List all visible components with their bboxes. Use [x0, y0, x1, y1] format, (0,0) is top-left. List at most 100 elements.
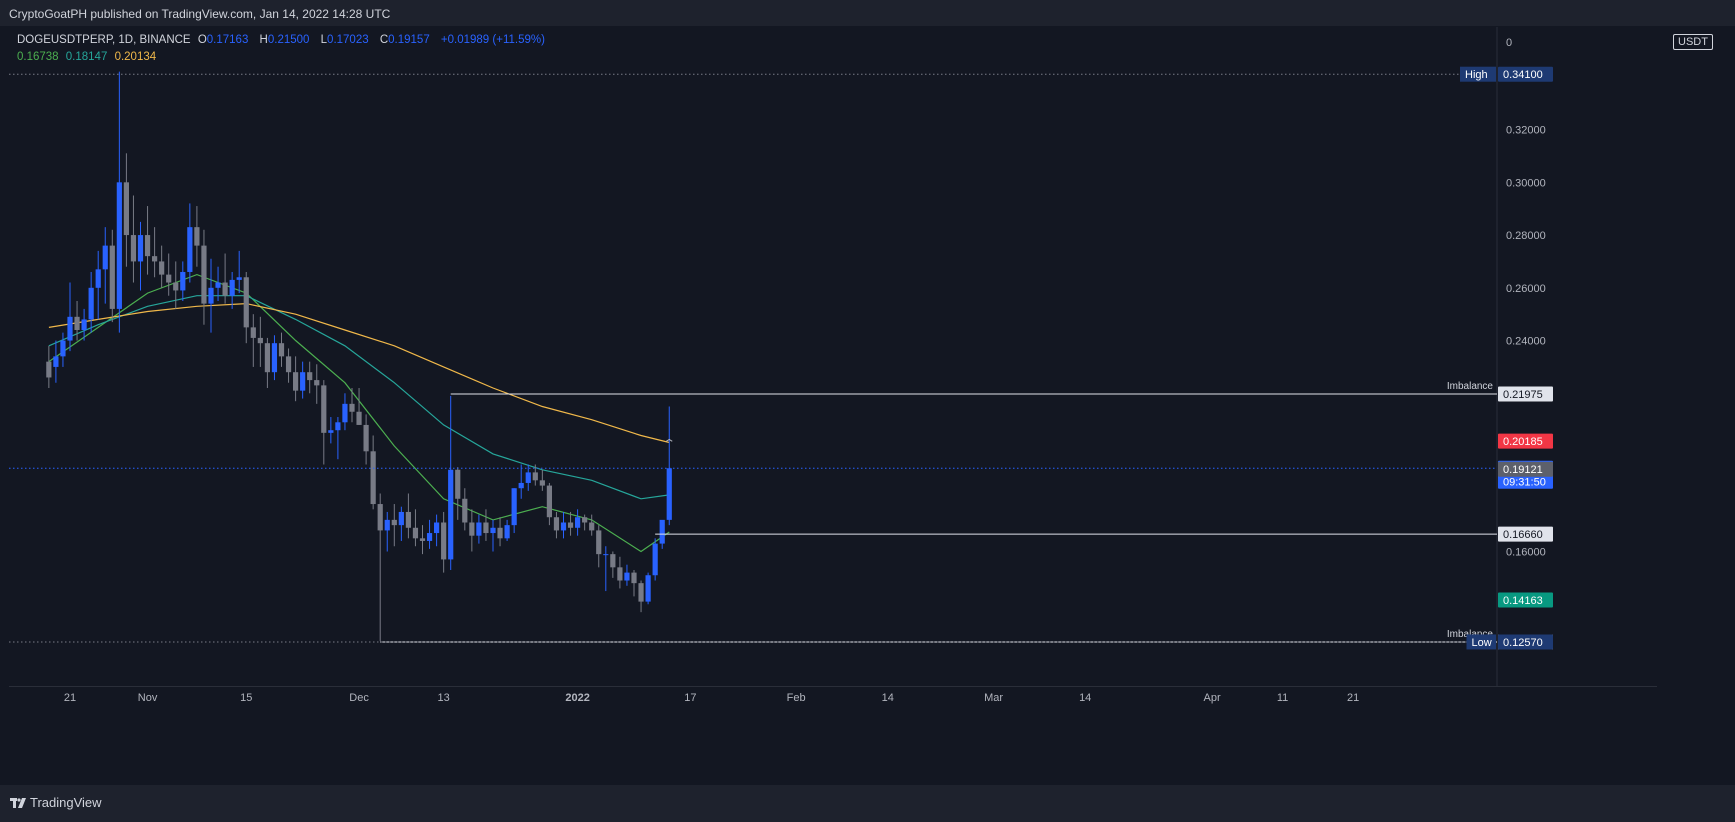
candle-body [511, 488, 517, 526]
candle-body [215, 282, 221, 288]
candle-body [328, 430, 334, 433]
candle-body [518, 482, 524, 489]
candle-body [187, 227, 193, 272]
candle-body [441, 522, 447, 560]
candle-body [448, 469, 454, 560]
candle-body [624, 572, 630, 581]
candle-body [250, 327, 256, 338]
candle-body [575, 517, 581, 528]
candle-body [405, 511, 411, 528]
candle-body [243, 277, 249, 328]
candle-body [426, 533, 433, 541]
tradingview-logo-icon [10, 798, 26, 808]
candle-body [88, 287, 94, 320]
candle-body [504, 525, 510, 539]
ma-slow-value: 0.20134 [114, 51, 157, 63]
candle-body [180, 271, 186, 291]
close-value: 0.19157 [388, 34, 430, 46]
candle-body [194, 227, 200, 246]
x-tick-label: Nov [138, 692, 158, 704]
candle-body [631, 572, 637, 584]
candle-body [603, 554, 609, 556]
price-label-0.12570: 0.12570 [1503, 637, 1543, 649]
candle-body [384, 519, 390, 531]
y-tick-label: 0.16000 [1506, 547, 1546, 559]
candle-body [264, 343, 270, 373]
candle-body [123, 182, 129, 236]
currency-unit-button[interactable]: USDT [1673, 34, 1713, 50]
candle-body [321, 385, 327, 433]
candle-body [645, 575, 651, 602]
candle-body [81, 319, 87, 330]
candle-body [666, 468, 672, 520]
high-group: H0.21500 [260, 34, 314, 46]
candle-body [116, 182, 122, 309]
candle-body [638, 583, 644, 602]
candle-body [74, 316, 80, 330]
candle-body [278, 343, 285, 357]
x-tick-label: 21 [64, 692, 76, 704]
x-tick-label: 15 [240, 692, 252, 704]
open-label: O [197, 34, 207, 46]
price-label-0.21975: 0.21975 [1503, 389, 1543, 401]
published-info: CryptoGoatPH published on TradingView.co… [9, 7, 391, 21]
price-label-0.34100: 0.34100 [1503, 69, 1543, 81]
y-tick-label: 0.28000 [1506, 230, 1546, 242]
open-value: 0.17163 [206, 34, 249, 46]
candle-body [462, 498, 468, 523]
chart-area[interactable]: 0.34100 High 0.21975 Imbalance 0.20185 0.1915… [9, 27, 1657, 760]
ma-fast-value: 0.16738 [17, 51, 59, 63]
candle-body [377, 504, 383, 531]
candle-body [370, 451, 376, 505]
x-tick-label: 21 [1347, 692, 1359, 704]
candle-body [589, 522, 595, 531]
candle-body [102, 245, 108, 270]
candle-body [285, 356, 292, 373]
ohlc-legend: DOGEUSDTPERP, 1D, BINANCE O0.17163 H0.21… [17, 34, 549, 46]
candle-body [567, 522, 574, 528]
ma-legend: 0.16738 0.18147 0.20134 [17, 51, 160, 63]
candle-body [173, 282, 179, 291]
level-tag-low: Low [1472, 637, 1492, 649]
candle-body [53, 356, 59, 367]
price-label-0.16660: 0.16660 [1503, 529, 1543, 541]
candle-body [419, 538, 426, 541]
low-group: L0.17023 [321, 34, 373, 46]
candle-body [293, 372, 299, 391]
candle-body [490, 527, 496, 534]
y-tick-label: 0.26000 [1506, 283, 1546, 295]
candle-body [60, 340, 66, 357]
candle-body [349, 403, 355, 412]
candle-body [159, 261, 165, 275]
x-tick-label: 2022 [565, 692, 589, 704]
level-tag-high: High [1465, 69, 1488, 81]
close-label: C [379, 34, 389, 46]
candle-body [300, 372, 306, 391]
x-tick-label: Dec [349, 692, 369, 704]
candle-body [610, 554, 616, 568]
level-tag-imbalance: Imbalance [1447, 381, 1494, 392]
candle-body [652, 543, 658, 576]
candle-body [144, 235, 151, 257]
candle-body [525, 472, 531, 483]
candle-body [152, 256, 158, 262]
candle-body [412, 527, 419, 539]
bar-countdown: 09:31:50 [1503, 476, 1546, 488]
publisher-bar: CryptoGoatPH published on TradingView.co… [0, 0, 1735, 26]
y-axis-top-label: 0 [1506, 37, 1512, 49]
candle-body [95, 269, 101, 288]
candle-body [596, 530, 602, 555]
candle-body [67, 316, 73, 341]
candle-body [582, 517, 588, 523]
tradingview-logo[interactable]: TradingView [10, 795, 102, 810]
candle-body [560, 522, 567, 531]
x-tick-label: 13 [438, 692, 450, 704]
symbol-label[interactable]: DOGEUSDTPERP, 1D, BINANCE [17, 34, 191, 46]
low-value: 0.17023 [327, 34, 369, 46]
candle-body [391, 519, 397, 526]
candle-body [483, 522, 489, 534]
candle-body [356, 411, 362, 425]
price-chart[interactable]: 0.34100 High 0.21975 Imbalance 0.20185 0.1915… [9, 27, 1657, 760]
candle-body [137, 235, 144, 262]
ma-mid-value: 0.18147 [65, 51, 108, 63]
